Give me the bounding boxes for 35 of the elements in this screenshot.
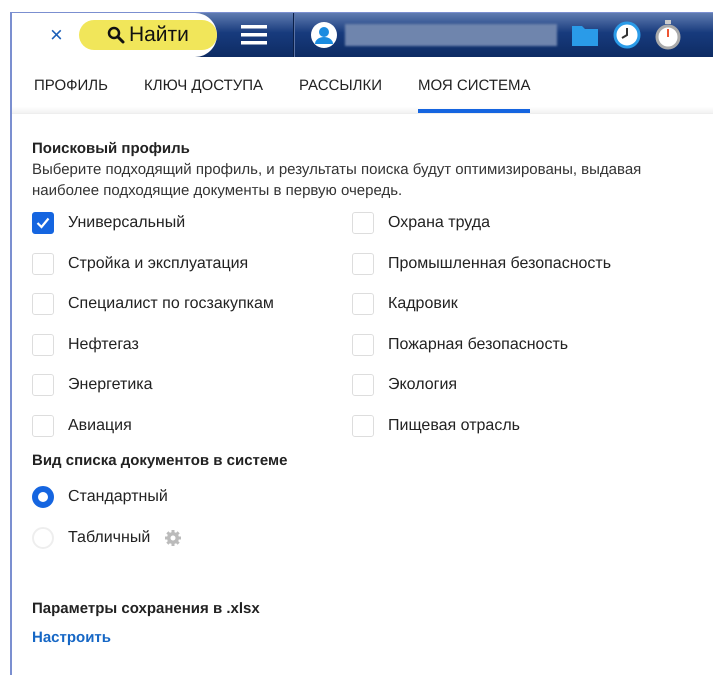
search-button[interactable]: Найти: [78, 20, 217, 50]
configure-link[interactable]: Настроить: [32, 629, 111, 646]
check-icon: [36, 217, 50, 230]
stopwatch-icon[interactable]: [655, 20, 681, 50]
checkbox-label: Специалист по госзакупкам: [68, 295, 274, 314]
checkbox-label: Кадровик: [388, 295, 458, 314]
description: Выберите подходящий профиль, и результаты поиска будут оптимизированы, выдавая наиболее подходящие документы в первую очередь.: [32, 160, 642, 201]
checkbox-label: Пищевая отрасль: [388, 416, 520, 435]
menu-icon[interactable]: [241, 24, 267, 46]
checkbox-label: Нефтегаз: [68, 336, 139, 354]
clock-icon[interactable]: [613, 21, 641, 49]
checkbox-label: Пожарная безопасность: [388, 336, 568, 354]
checkbox-label: Авиация: [68, 416, 132, 435]
settings-icon[interactable]: [164, 528, 182, 547]
checkbox-label: Универсальный: [68, 214, 186, 232]
radio-button[interactable]: [32, 486, 54, 508]
tab[interactable]: МОЯ СИСТЕМА: [418, 57, 530, 113]
avatar-icon[interactable]: [311, 22, 337, 48]
radio-label: Стандартный: [68, 488, 168, 506]
checkbox-label: Экология: [388, 376, 458, 394]
checkbox-label: Охрана труда: [388, 214, 490, 232]
section-title: Поисковый профиль: [32, 140, 191, 157]
folder-icon[interactable]: [571, 23, 599, 47]
checkbox-label: Стройка и эксплуатация: [68, 254, 248, 273]
checkbox-label: Энергетика: [68, 376, 152, 394]
tab[interactable]: РАССЫЛКИ: [299, 57, 382, 113]
checkbox[interactable]: [32, 212, 54, 234]
section-title: Параметры сохранения в .xlsx: [32, 600, 261, 617]
checkbox-label: Промышленная безопасность: [388, 254, 612, 273]
tab[interactable]: ПРОФИЛЬ: [34, 57, 108, 113]
search-icon: [106, 26, 125, 44]
radio-label: Табличный: [68, 528, 150, 547]
tab[interactable]: КЛЮЧ ДОСТУПА: [144, 57, 264, 113]
clear-button[interactable]: ×: [50, 22, 63, 48]
section-title: Вид списка документов в системе: [32, 452, 288, 469]
